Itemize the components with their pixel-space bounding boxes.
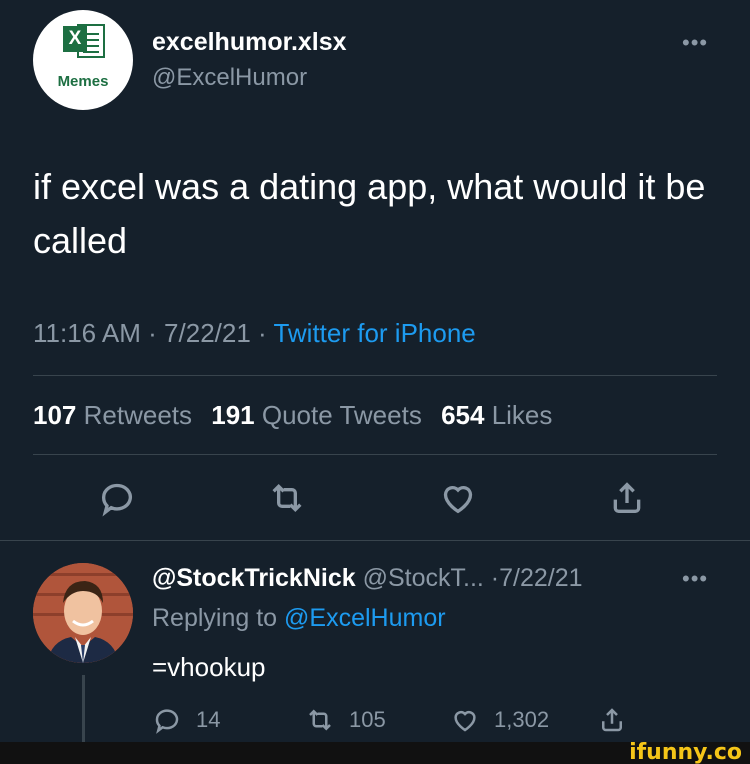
avatar[interactable]: X Memes [33,10,133,110]
reply-avatar[interactable] [33,563,133,663]
profile-photo-icon [33,563,133,663]
tweet-text: if excel was a dating app, what would it… [33,166,706,261]
meta-separator: · [483,564,500,592]
divider [33,375,717,376]
tweet-source[interactable]: Twitter for iPhone [273,318,475,348]
replying-to-mention[interactable]: @ExcelHumor [284,604,446,632]
excel-logo-icon: X [63,22,107,58]
divider [0,540,750,541]
more-options-icon[interactable]: ••• [682,566,708,592]
retweet-icon [309,709,331,731]
avatar-label: Memes [57,73,109,90]
likes-stat[interactable]: 654 Likes [441,400,564,430]
replying-to-label: Replying to [152,604,278,632]
tweet-date[interactable]: 7/22/21 [164,318,251,348]
watermark: ifunny.co [629,740,742,764]
display-name[interactable]: excelhumor.xlsx [152,28,347,57]
reply-text: =vhookup [152,652,266,682]
reply-icon[interactable] [97,478,137,518]
like-icon [454,711,476,732]
reply-date[interactable]: 7/22/21 [499,564,582,592]
reply-reply-button[interactable]: 14 [152,704,220,736]
reply-header: @StockTrickNick @StockT... ·7/22/21 [152,564,583,593]
divider [33,454,717,455]
thread-line [82,675,85,745]
reply-handle[interactable]: @StockT... [363,564,484,592]
reply-retweet-button[interactable]: 105 [305,704,386,736]
replying-to: Replying to @ExcelHumor [152,604,446,633]
tweet-time[interactable]: 11:16 AM [33,318,141,348]
reply-share-button[interactable] [597,704,641,736]
user-handle[interactable]: @ExcelHumor [152,64,307,92]
share-icon [602,708,622,732]
tweet-stats: 107 Retweets 191 Quote Tweets 654 Likes [33,400,564,431]
reply-like-button[interactable]: 1,302 [450,704,549,736]
more-options-icon[interactable]: ••• [682,30,708,56]
reply-icon [155,709,179,734]
meta-separator: · [250,318,274,348]
retweets-stat[interactable]: 107 Retweets [33,400,204,430]
reply-count: 14 [196,707,221,732]
like-count: 1,302 [494,707,550,732]
meta-separator: · [140,318,165,348]
reply-display-name[interactable]: @StockTrickNick [152,564,356,592]
retweet-icon[interactable] [267,478,307,518]
retweet-count: 105 [349,707,386,732]
tweet-meta: 11:16 AM · 7/22/21 · Twitter for iPhone [33,318,476,349]
share-icon[interactable] [607,478,647,518]
quote-tweets-stat[interactable]: 191 Quote Tweets [211,400,434,430]
like-icon[interactable] [438,478,478,518]
